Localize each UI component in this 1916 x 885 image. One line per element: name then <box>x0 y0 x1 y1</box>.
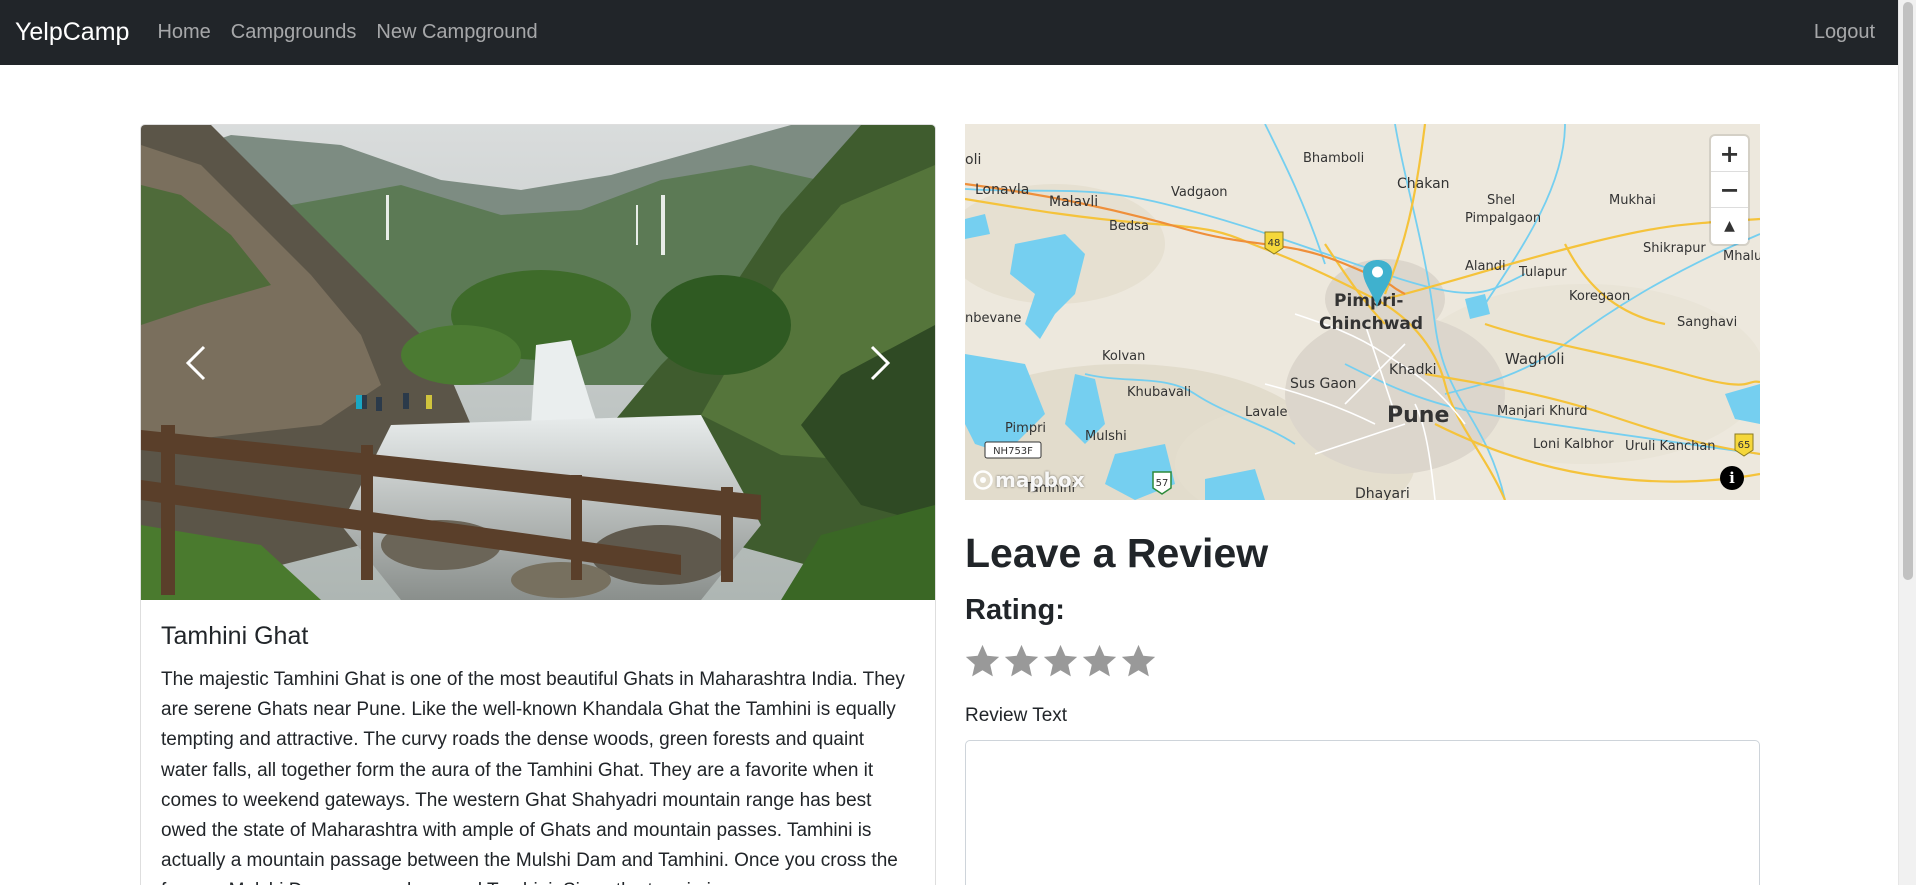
place-label-bedsa: Bedsa <box>1109 219 1149 234</box>
place-label-sanghavi: Sanghavi <box>1677 315 1737 330</box>
map[interactable]: 48 65 57 NH753F Lonavla Malavli Vadgaon … <box>965 124 1760 500</box>
campground-title: Tamhini Ghat <box>161 622 309 650</box>
place-label-malavli: Malavli <box>1049 194 1098 210</box>
star-3-icon[interactable] <box>1042 642 1079 680</box>
campground-photo <box>141 125 935 600</box>
brand-link[interactable]: YelpCamp <box>15 18 129 47</box>
mapbox-logo[interactable]: mapbox <box>973 468 1085 492</box>
compass-icon: ▲ <box>1724 218 1735 234</box>
card-body: Tamhini Ghat The majestic Tamhini Ghat i… <box>141 600 935 885</box>
logout-link[interactable]: Logout <box>1814 21 1875 44</box>
place-label-pimpri: Pimpri- <box>1334 291 1403 311</box>
place-label-nbevane: nbevane <box>965 311 1021 326</box>
zoom-in-button[interactable]: + <box>1711 136 1748 172</box>
place-label-chakan: Chakan <box>1397 176 1450 192</box>
zoom-out-button[interactable]: − <box>1711 172 1748 208</box>
place-label-kolvan: Kolvan <box>1102 349 1145 364</box>
nav-home-link[interactable]: Home <box>157 21 210 44</box>
image-carousel <box>141 125 935 600</box>
place-label-chinchwad: Chinchwad <box>1319 314 1423 334</box>
nav-new-campground-link[interactable]: New Campground <box>376 21 537 44</box>
campground-description: The majestic Tamhini Ghat is one of the … <box>161 669 905 885</box>
star-4-icon[interactable] <box>1081 642 1118 680</box>
rating-label: Rating: <box>965 594 1065 626</box>
place-label-shikrapur: Shikrapur <box>1643 241 1706 256</box>
place-label-mukhai: Mukhai <box>1609 193 1656 208</box>
carousel-next-button[interactable] <box>825 125 935 600</box>
navbar: YelpCamp Home Campgrounds New Campground… <box>0 0 1898 65</box>
compass-button[interactable]: ▲ <box>1711 208 1748 244</box>
star-rating[interactable] <box>964 642 1157 680</box>
map-navigation-control: + − ▲ <box>1711 136 1748 244</box>
place-label-khubavali: Khubavali <box>1127 385 1191 400</box>
place-label-mhalu: Mhalu <box>1723 249 1760 264</box>
mapbox-logo-text: mapbox <box>995 468 1085 492</box>
attribution-info-button[interactable]: i <box>1720 466 1744 490</box>
mapbox-logo-icon <box>973 470 993 490</box>
place-label-loni-kalbhor: Loni Kalbhor <box>1533 437 1614 452</box>
campground-card: Tamhini Ghat The majestic Tamhini Ghat i… <box>140 124 936 885</box>
highway-57-label: 57 <box>1156 478 1169 489</box>
scrollbar-thumb[interactable] <box>1903 2 1913 580</box>
place-label-lavale: Lavale <box>1245 405 1287 420</box>
highway-65-label: 65 <box>1738 440 1751 451</box>
place-label-manjari-khurd: Manjari Khurd <box>1497 404 1587 419</box>
place-label-tulapur: Tulapur <box>1518 265 1567 280</box>
star-1-icon[interactable] <box>964 642 1001 680</box>
place-label-khadki: Khadki <box>1389 362 1437 378</box>
place-label-koregaon: Koregaon <box>1569 289 1630 304</box>
place-label-wagholi: Wagholi <box>1505 350 1565 368</box>
place-label-uruli-kanchan: Uruli Kanchan <box>1625 439 1716 454</box>
place-label-pimpri-south: Pimpri <box>1005 421 1046 436</box>
place-label-lonavla: Lonavla <box>975 182 1029 198</box>
chevron-left-icon <box>185 345 206 380</box>
highway-48-label: 48 <box>1268 238 1281 249</box>
place-label-alandi: Alandi <box>1465 259 1506 274</box>
place-label-dhayari: Dhayari <box>1355 486 1410 500</box>
place-label-vadgaon: Vadgaon <box>1171 185 1228 200</box>
place-label-pimpalgaon: Pimpalgaon <box>1465 211 1541 226</box>
place-label-oli: oli <box>965 152 981 168</box>
map-canvas[interactable]: 48 65 57 NH753F Lonavla Malavli Vadgaon … <box>965 124 1760 500</box>
page-scrollbar[interactable] <box>1898 0 1916 885</box>
review-text-input[interactable] <box>965 740 1760 885</box>
place-label-shel: Shel <box>1487 193 1515 208</box>
highway-nh753f-label: NH753F <box>993 446 1033 457</box>
place-label-bhamboli: Bhamboli <box>1303 151 1364 166</box>
star-2-icon[interactable] <box>1003 642 1040 680</box>
place-label-sus-gaon: Sus Gaon <box>1290 376 1356 392</box>
place-label-pune: Pune <box>1387 403 1449 428</box>
review-heading: Leave a Review <box>965 530 1269 576</box>
nav-campgrounds-link[interactable]: Campgrounds <box>231 21 357 44</box>
star-5-icon[interactable] <box>1120 642 1157 680</box>
review-text-label: Review Text <box>965 705 1068 726</box>
place-label-mulshi: Mulshi <box>1085 429 1127 444</box>
chevron-right-icon <box>870 345 891 380</box>
carousel-prev-button[interactable] <box>141 125 251 600</box>
